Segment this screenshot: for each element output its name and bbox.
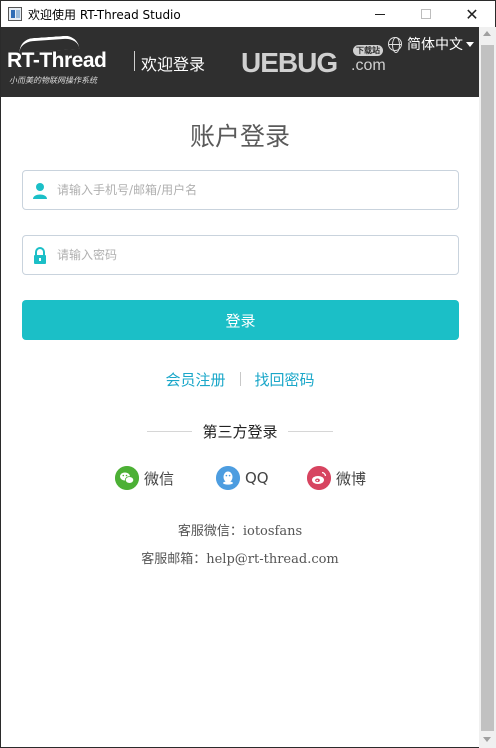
register-link[interactable]: 会员注册 <box>165 371 225 389</box>
globe-icon <box>388 37 402 53</box>
rt-thread-logo: RT-Thread 小而美的物联网操作系统 <box>7 34 129 85</box>
header-divider <box>134 51 135 71</box>
title-bar[interactable]: 欢迎使用 RT-Thread Studio ✕ <box>1 1 495 27</box>
window-title: 欢迎使用 RT-Thread Studio <box>28 8 181 22</box>
third-party-label: 第三方登录 <box>202 423 278 441</box>
password-field[interactable] <box>22 235 459 275</box>
account-links: 会员注册 找回密码 <box>1 369 479 390</box>
header-welcome: 欢迎登录 <box>141 55 206 74</box>
qq-icon <box>216 466 240 490</box>
vertical-scrollbar[interactable] <box>479 27 496 748</box>
logo-text: RT-Thread <box>7 49 107 72</box>
wechat-login-button[interactable]: 微信 <box>115 466 174 490</box>
language-selector[interactable]: 简体中文 <box>388 34 474 54</box>
close-button[interactable]: ✕ <box>449 1 495 27</box>
watermark-tag: 下载站 <box>353 45 383 56</box>
recover-password-link[interactable]: 找回密码 <box>255 371 315 389</box>
qq-label: QQ <box>245 469 269 487</box>
qq-login-button[interactable]: QQ <box>216 466 269 490</box>
scroll-down-arrow-icon[interactable] <box>483 737 491 742</box>
logo-tagline: 小而美的物联网操作系统 <box>9 76 97 85</box>
user-icon <box>33 183 47 199</box>
username-input[interactable] <box>57 171 447 209</box>
support-wechat-text: 客服微信：iotosfans <box>177 524 303 539</box>
maximize-button[interactable] <box>403 1 449 27</box>
username-field[interactable] <box>22 170 459 210</box>
divider-line-right <box>287 431 333 432</box>
chevron-down-icon <box>466 41 474 47</box>
password-input[interactable] <box>57 236 447 274</box>
weibo-icon <box>307 466 331 490</box>
login-button[interactable]: 登录 <box>22 300 459 340</box>
watermark-logo: UEBUG 下载站 .com <box>241 45 393 81</box>
wechat-label: 微信 <box>144 469 175 488</box>
maximize-icon <box>421 9 431 19</box>
scroll-up-arrow-icon[interactable] <box>483 31 491 36</box>
wechat-icon <box>115 466 139 490</box>
support-email-text: 客服邮箱：help@rt-thread.com <box>141 552 339 567</box>
scroll-thumb[interactable] <box>481 45 494 731</box>
third-party-divider: 第三方登录 <box>1 421 479 442</box>
login-window: 欢迎使用 RT-Thread Studio ✕ RT-Thread 小而美的物联… <box>0 0 496 748</box>
weibo-login-button[interactable]: 微博 <box>307 466 366 490</box>
minimize-button[interactable] <box>357 1 403 27</box>
language-label: 简体中文 <box>407 37 463 53</box>
app-window-icon <box>8 7 22 21</box>
header-bar: RT-Thread 小而美的物联网操作系统 欢迎登录 UEBUG 下载站 .co… <box>1 27 479 97</box>
divider-line-left <box>147 431 193 432</box>
lock-icon <box>34 247 46 264</box>
link-separator <box>239 372 241 386</box>
watermark-text: UEBUG <box>241 47 338 78</box>
watermark-suffix: .com <box>351 57 386 74</box>
page-title: 账户登录 <box>189 122 290 151</box>
weibo-label: 微博 <box>336 469 367 488</box>
minimize-icon <box>375 13 385 15</box>
